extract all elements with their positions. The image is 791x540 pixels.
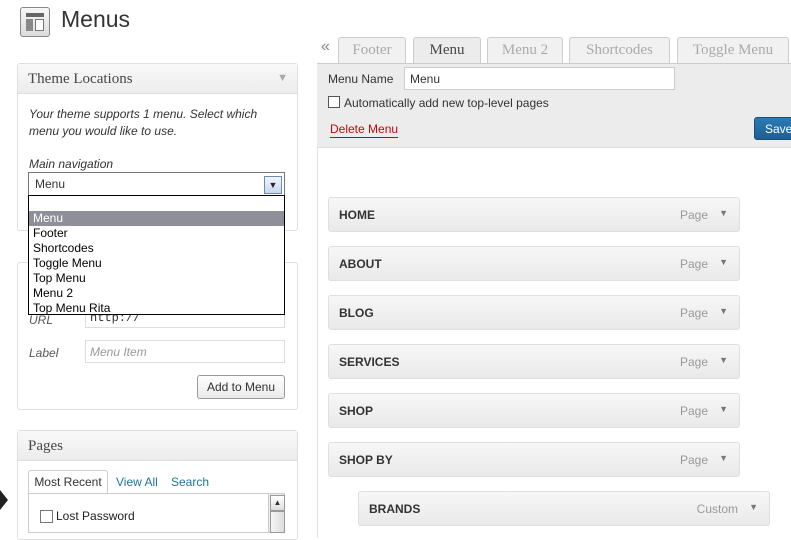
menu-item-title: SHOP BY bbox=[339, 453, 393, 467]
dropdown-option[interactable]: Menu 2 bbox=[29, 286, 284, 301]
menu-item-type: Page bbox=[679, 404, 708, 418]
menu-item-type: Custom bbox=[696, 502, 738, 516]
menu-item-expand-icon[interactable]: ▼ bbox=[749, 502, 758, 512]
dropdown-option[interactable]: Toggle Menu bbox=[29, 256, 284, 271]
label-input[interactable]: Menu Item bbox=[85, 340, 285, 363]
menu-item-home[interactable]: HOME Page ▼ bbox=[328, 197, 740, 232]
tab-menu-2[interactable]: Menu 2 bbox=[487, 37, 563, 64]
menu-item-expand-icon[interactable]: ▼ bbox=[719, 355, 728, 365]
tab-shortcodes[interactable]: Shortcodes bbox=[569, 37, 670, 64]
page-item-label: Lost Password bbox=[56, 509, 135, 523]
tab-toggle-menu[interactable]: Toggle Menu bbox=[677, 37, 789, 64]
theme-locations-description: Your theme supports 1 menu. Select which… bbox=[29, 107, 258, 138]
dropdown-option[interactable]: Top Menu bbox=[29, 271, 284, 286]
dropdown-arrow-icon[interactable]: ▼ bbox=[264, 176, 282, 194]
tab-view-all[interactable]: View All bbox=[116, 475, 158, 489]
add-to-menu-button[interactable]: Add to Menu bbox=[197, 375, 285, 399]
menu-item-brands[interactable]: BRANDS Custom ▼ bbox=[358, 491, 770, 526]
main-navigation-label: Main navigation bbox=[29, 157, 114, 171]
menu-item-title: BRANDS bbox=[369, 502, 421, 516]
menu-item-type: Page bbox=[679, 355, 708, 369]
menu-item-title: SHOP bbox=[339, 404, 374, 418]
menu-item-expand-icon[interactable]: ▼ bbox=[719, 453, 728, 463]
main-navigation-dropdown-list: Menu Footer Shortcodes Toggle Menu Top M… bbox=[28, 195, 285, 315]
menu-item-type: Page bbox=[679, 306, 708, 320]
menu-item-expand-icon[interactable]: ▼ bbox=[719, 208, 728, 218]
menu-name-input[interactable]: Menu bbox=[404, 67, 675, 90]
menu-item-title: BLOG bbox=[339, 306, 374, 320]
auto-add-checkbox[interactable] bbox=[328, 96, 340, 108]
pages-scrollbar[interactable]: ▲ bbox=[268, 494, 285, 533]
menu-item-type: Page bbox=[679, 257, 708, 271]
menu-item-type: Page bbox=[679, 453, 708, 467]
menu-item-expand-icon[interactable]: ▼ bbox=[719, 306, 728, 316]
menu-item-expand-icon[interactable]: ▼ bbox=[719, 257, 728, 267]
tab-search[interactable]: Search bbox=[171, 475, 209, 489]
tab-footer[interactable]: Footer bbox=[338, 37, 406, 64]
dropdown-option-selected[interactable]: Menu bbox=[29, 211, 284, 226]
theme-locations-header[interactable]: Theme Locations ▼ bbox=[18, 64, 297, 94]
dropdown-option[interactable]: Shortcodes bbox=[29, 241, 284, 256]
save-menu-button[interactable]: Save bbox=[754, 117, 791, 140]
main-navigation-select[interactable]: Menu ▼ bbox=[28, 172, 285, 196]
page-checkbox[interactable] bbox=[40, 510, 53, 523]
dropdown-option[interactable]: Top Menu Rita bbox=[29, 301, 284, 316]
menu-name-label: Menu Name bbox=[328, 72, 394, 86]
menu-item-shop[interactable]: SHOP Page ▼ bbox=[328, 393, 740, 428]
menu-item-expand-icon[interactable]: ▼ bbox=[719, 404, 728, 414]
pages-title: Pages bbox=[28, 438, 63, 454]
menu-item-blog[interactable]: BLOG Page ▼ bbox=[328, 295, 740, 330]
dropdown-option[interactable] bbox=[29, 196, 284, 211]
pages-header[interactable]: Pages bbox=[18, 431, 297, 461]
main-navigation-selected: Menu bbox=[35, 177, 66, 191]
menu-item-title: ABOUT bbox=[339, 257, 382, 271]
dropdown-option[interactable]: Footer bbox=[29, 226, 284, 241]
menu-item-shop-by[interactable]: SHOP BY Page ▼ bbox=[328, 442, 740, 477]
collapse-arrow-icon[interactable]: ▼ bbox=[277, 72, 288, 84]
scroll-thumb[interactable] bbox=[270, 511, 285, 533]
menu-item-type: Page bbox=[679, 208, 708, 222]
expand-arrow-icon[interactable] bbox=[0, 490, 8, 510]
theme-locations-title: Theme Locations bbox=[28, 71, 133, 87]
menu-item-title: HOME bbox=[339, 208, 375, 222]
tab-menu[interactable]: Menu bbox=[413, 37, 481, 65]
tab-most-recent[interactable]: Most Recent bbox=[28, 470, 108, 494]
tabs-scroll-left-icon[interactable]: « bbox=[321, 38, 330, 56]
label-label: Label bbox=[29, 346, 59, 360]
menu-item-about[interactable]: ABOUT Page ▼ bbox=[328, 246, 740, 281]
menu-item-services[interactable]: SERVICES Page ▼ bbox=[328, 344, 740, 379]
menus-screen-icon bbox=[20, 7, 50, 37]
auto-add-label: Automatically add new top-level pages bbox=[344, 96, 549, 110]
page-title: Menus bbox=[61, 6, 131, 32]
menu-item-title: SERVICES bbox=[339, 355, 400, 369]
scroll-up-icon[interactable]: ▲ bbox=[270, 495, 285, 511]
delete-menu-link[interactable]: Delete Menu bbox=[330, 122, 399, 138]
